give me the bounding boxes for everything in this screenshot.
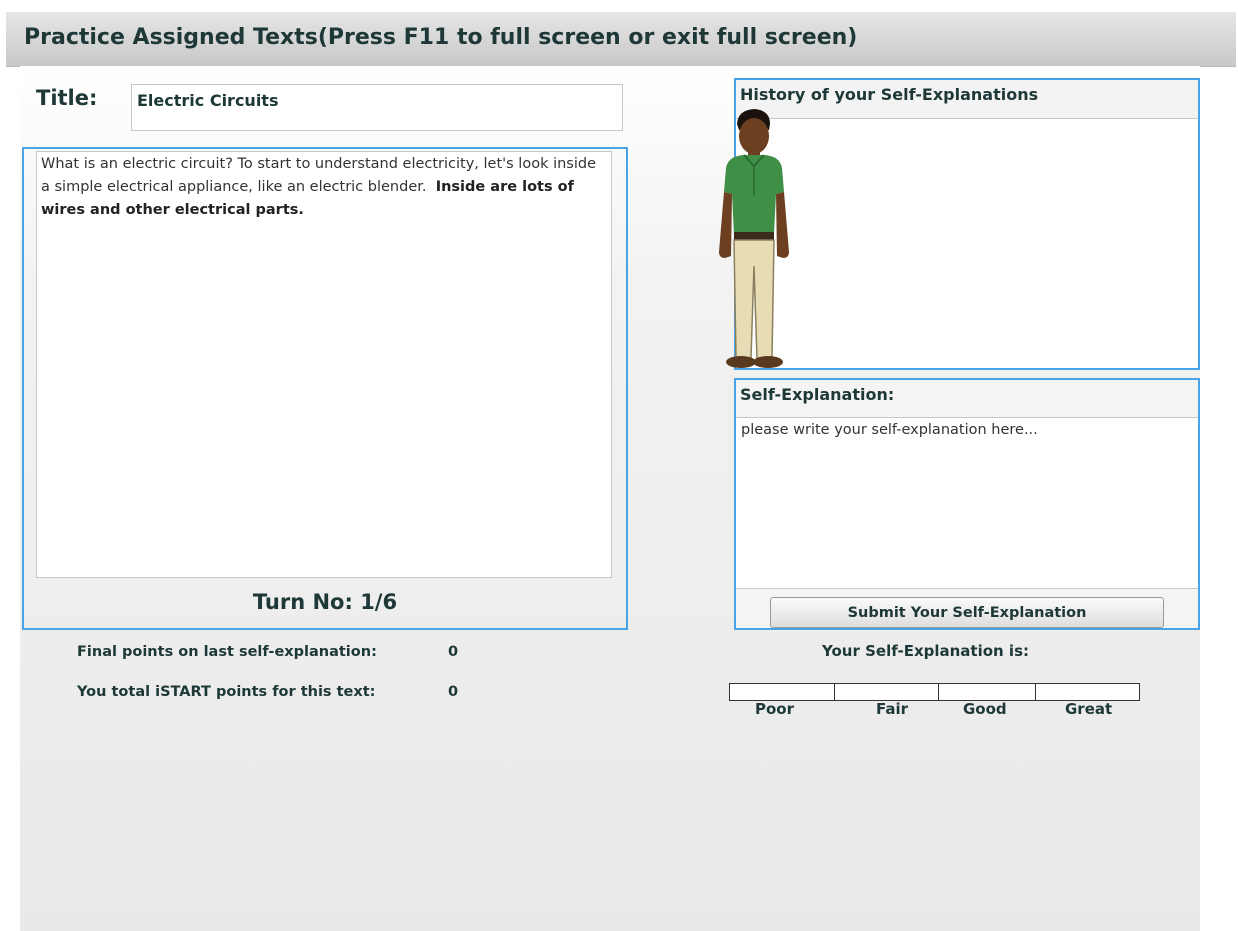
agent-character-icon [719,109,789,368]
rating-segment-great [1035,683,1140,701]
rating-segment-poor [729,683,835,701]
rating-label-good: Good [963,700,1007,718]
rating-segment-good [938,683,1036,701]
page-title: Practice Assigned Texts(Press F11 to ful… [24,25,858,50]
self-explanation-panel: Self-Explanation: Submit Your Self-Expla… [734,378,1200,630]
title-label: Title: [36,86,98,110]
rating-scale: Poor Fair Good Great [729,683,1140,718]
final-points-row: Final points on last self-explanation: 0 [77,644,458,660]
passage-text-area[interactable]: What is an electric circuit? To start to… [36,151,612,578]
header-bar: Practice Assigned Texts(Press F11 to ful… [6,12,1236,67]
rating-label-fair: Fair [876,700,909,718]
total-points-value: 0 [448,684,459,700]
turn-counter: Turn No: 1/6 [252,590,398,614]
total-points-row: You total iSTART points for this text: 0 [77,684,458,700]
rating-title: Your Self-Explanation is: [822,642,1030,660]
final-points-value: 0 [448,644,459,660]
rating-label-great: Great [1065,700,1113,718]
title-field: Electric Circuits [131,84,623,131]
submit-self-explanation-button[interactable]: Submit Your Self-Explanation [770,597,1164,628]
final-points-label: Final points on last self-explanation: [77,644,377,660]
text-panel: What is an electric circuit? To start to… [22,147,628,630]
rating-label-poor: Poor [755,700,795,718]
total-points-label: You total iSTART points for this text: [77,684,376,700]
self-explanation-input[interactable] [736,418,1198,589]
self-explanation-header: Self-Explanation: [736,380,1198,418]
history-header: History of your Self-Explanations [736,80,1198,119]
rating-segment-fair [834,683,939,701]
title-value: Electric Circuits [137,91,279,110]
